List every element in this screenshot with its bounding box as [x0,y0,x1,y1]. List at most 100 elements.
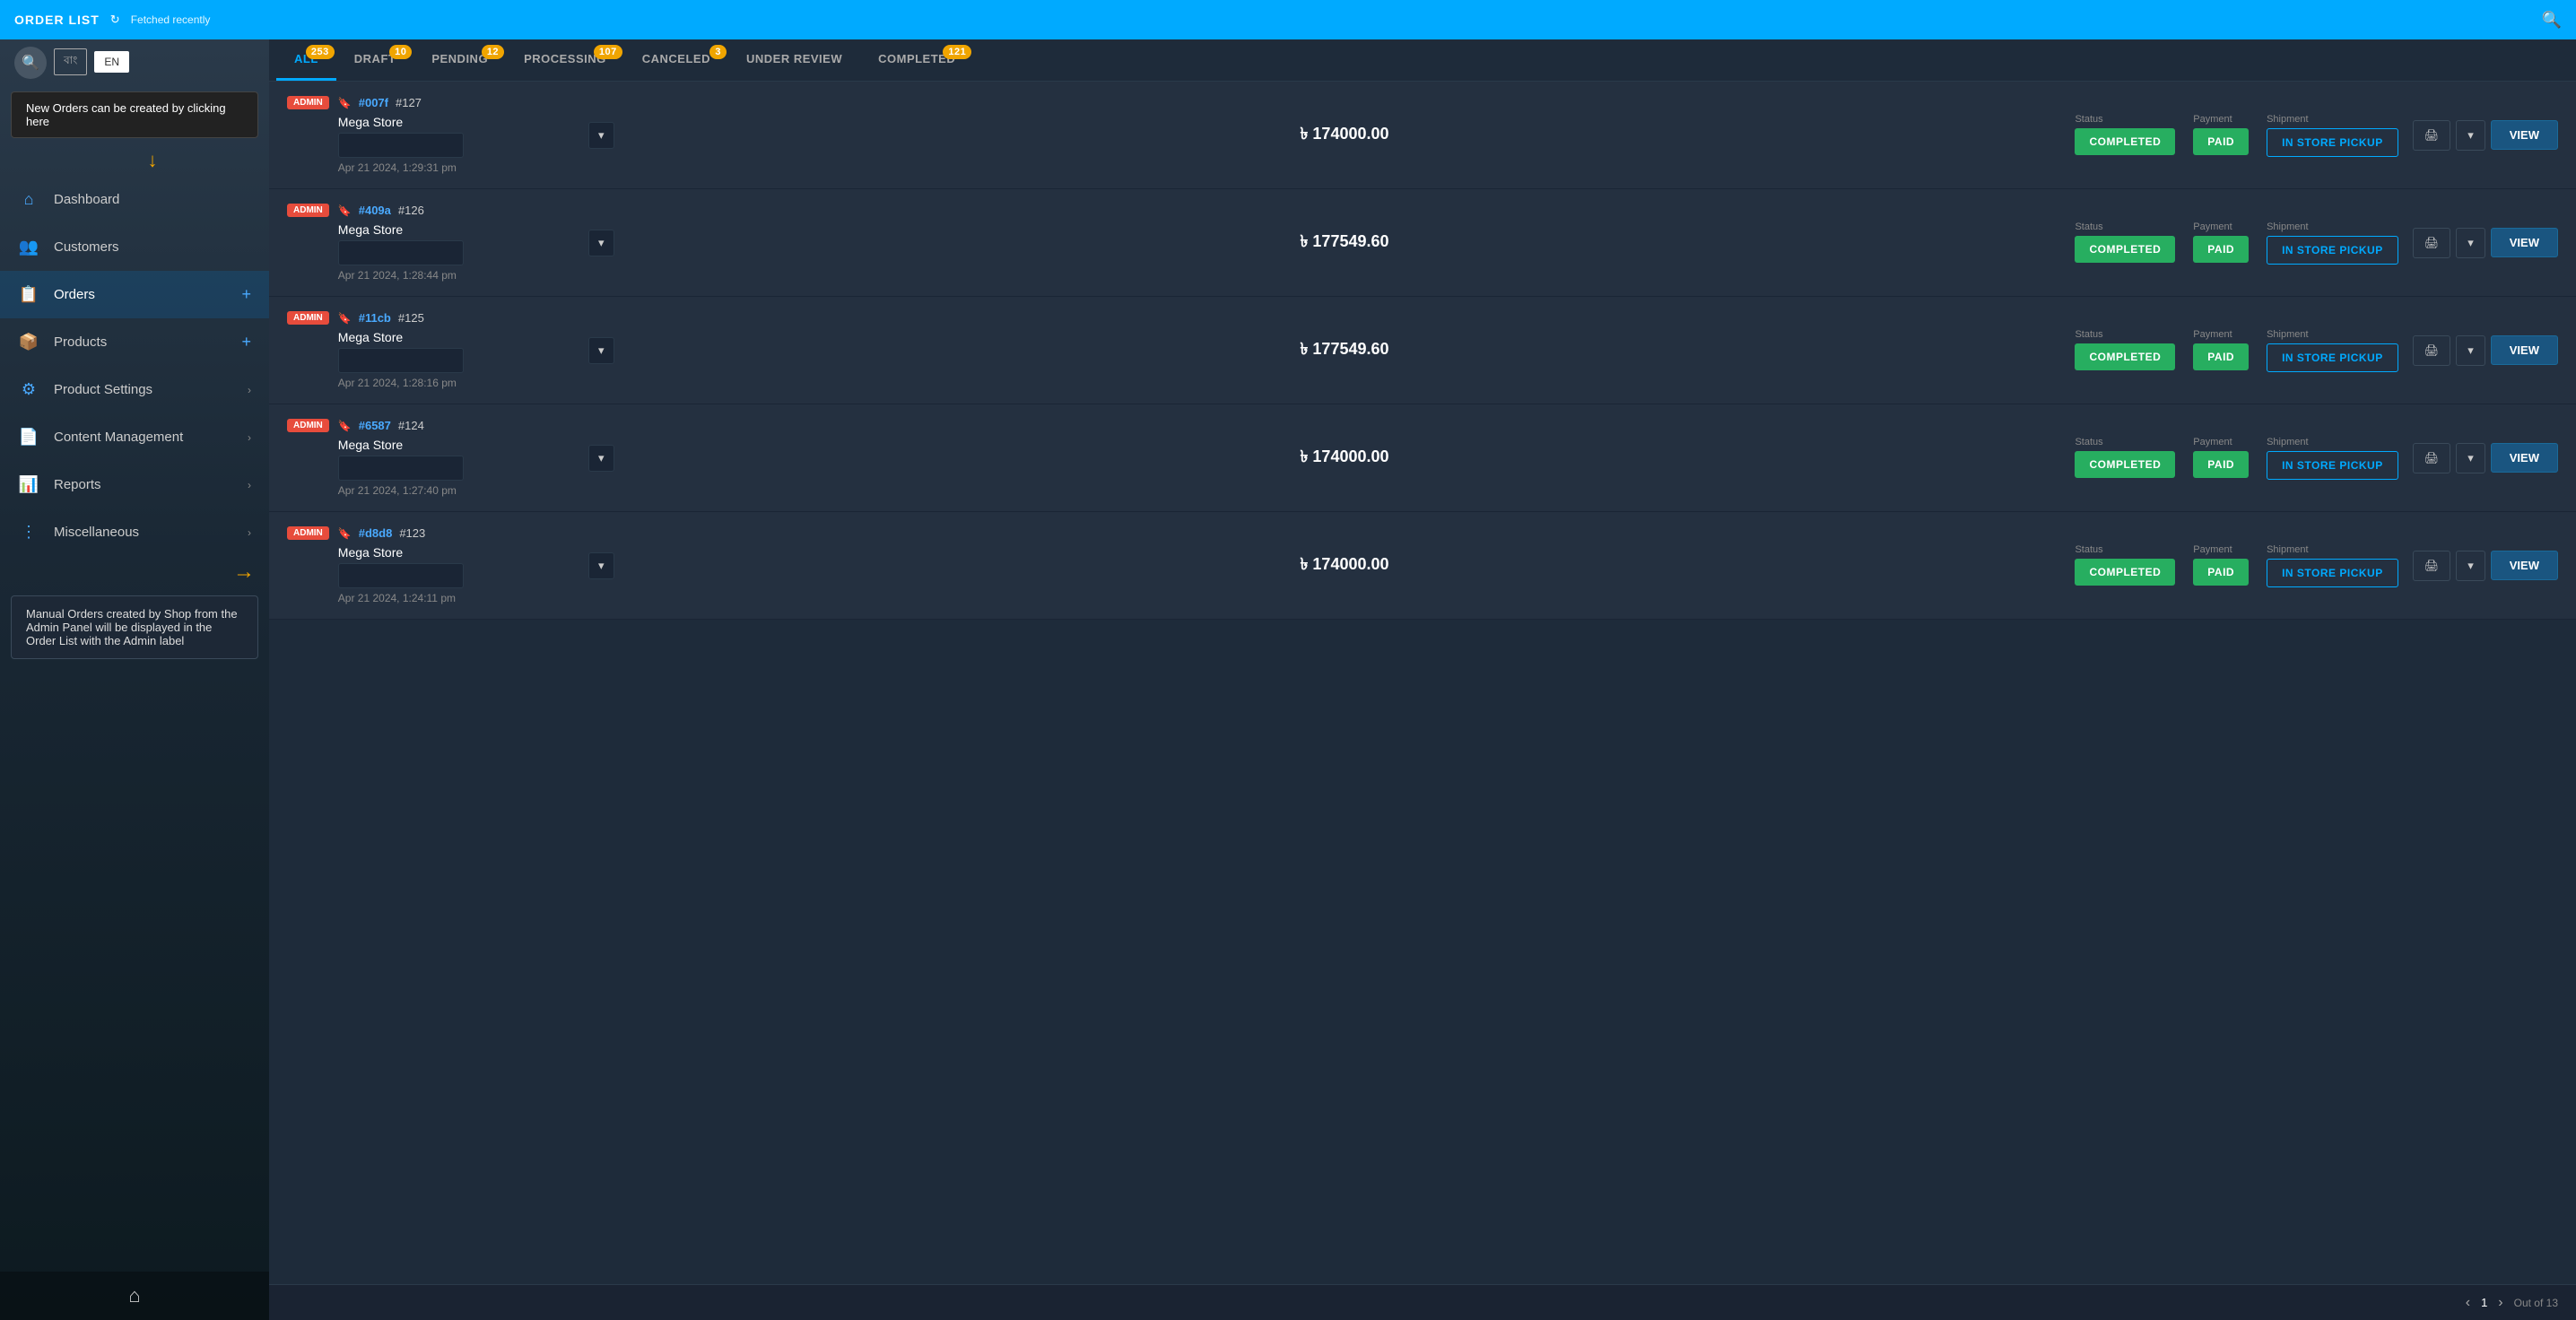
printer-icon: 🖨 [2424,559,2440,573]
tab-badge-all: 253 [306,45,335,59]
tab-badge-completed: 121 [943,45,971,59]
print-button[interactable]: 🖨 [2413,120,2451,151]
products-icon: 📦 [18,333,39,352]
print-button[interactable]: 🖨 [2413,551,2451,581]
chevron-down-icon: ▾ [598,559,605,573]
payment-header-label: Payment [2193,221,2249,232]
sidebar-item-label-customers: Customers [54,239,251,255]
actions-dropdown-button[interactable]: ▾ [2456,120,2485,151]
tab-pending[interactable]: PENDING12 [413,39,506,81]
order-store-input[interactable] [338,456,464,481]
sidebar-item-reports[interactable]: 📊Reports› [0,461,269,508]
status-header-label: Status [2075,114,2175,125]
sidebar-item-label-orders: Orders [54,287,227,302]
chevron-down-icon: ▾ [2467,128,2474,143]
product-settings-icon: ⚙ [18,380,39,399]
chevron-down-icon: ▾ [2467,343,2474,358]
shipment-header-label: Shipment [2267,437,2398,447]
print-button[interactable]: 🖨 [2413,443,2451,473]
order-date: Apr 21 2024, 1:24:11 pm [338,592,574,604]
tab-completed[interactable]: COMPLETED121 [860,39,973,81]
shipment-badge: IN STORE PICKUP [2267,451,2398,480]
order-store-input[interactable] [338,563,464,588]
sidebar-item-label-miscellaneous: Miscellaneous [54,525,233,540]
page-number: 1 [2481,1296,2487,1309]
view-order-button[interactable]: VIEW [2491,335,2558,365]
actions-dropdown-button[interactable]: ▾ [2456,443,2485,473]
order-store-input[interactable] [338,133,464,158]
page-total: Out of 13 [2514,1297,2558,1309]
search-icon[interactable]: 🔍 [2542,11,2562,30]
order-list-title: ORDER LIST [14,13,100,27]
order-store-name: Mega Store [338,545,574,560]
sidebar-search-button[interactable]: 🔍 [14,47,47,79]
order-action-dropdown[interactable]: ▾ [588,337,614,364]
admin-badge: ADMIN [287,96,329,109]
actions-dropdown-button[interactable]: ▾ [2456,335,2485,366]
refresh-icon[interactable]: ↻ [110,13,120,27]
lang-en-button[interactable]: EN [94,51,129,73]
status-badge: COMPLETED [2075,236,2175,263]
products-add-button[interactable]: + [241,333,251,352]
dashboard-icon: ⌂ [18,190,39,209]
printer-icon: 🖨 [2424,343,2440,358]
payment-header-label: Payment [2193,544,2249,555]
chevron-down-icon: ▾ [598,236,605,250]
view-order-button[interactable]: VIEW [2491,120,2558,150]
order-action-dropdown[interactable]: ▾ [588,445,614,472]
customers-icon: 👥 [18,238,39,256]
order-number: #126 [398,204,424,217]
sidebar-item-label-products: Products [54,334,227,350]
order-action-dropdown[interactable]: ▾ [588,122,614,149]
table-row: ADMIN🔖#11cb#125Mega StoreApr 21 2024, 1:… [269,297,2576,404]
printer-icon: 🖨 [2424,128,2440,143]
tab-canceled[interactable]: CANCELED3 [624,39,728,81]
status-badge: COMPLETED [2075,559,2175,586]
chevron-down-icon: ▾ [2467,236,2474,250]
actions-dropdown-button[interactable]: ▾ [2456,228,2485,258]
tab-under-review[interactable]: UNDER REVIEW [728,39,860,81]
status-header-label: Status [2075,329,2175,340]
tab-processing[interactable]: PROCESSING107 [506,39,624,81]
actions-dropdown-button[interactable]: ▾ [2456,551,2485,581]
sidebar-item-miscellaneous[interactable]: ⋮Miscellaneous› [0,508,269,556]
payment-badge: PAID [2193,236,2249,263]
print-button[interactable]: 🖨 [2413,335,2451,366]
prev-page-button[interactable]: ‹ [2466,1295,2470,1311]
sidebar-item-products[interactable]: 📦 Products + [0,318,269,366]
sidebar-item-content-management[interactable]: 📄Content Management› [0,413,269,461]
sidebar-item-customers[interactable]: 👥 Customers [0,223,269,271]
payment-header-label: Payment [2193,437,2249,447]
table-row: ADMIN🔖#007f#127Mega StoreApr 21 2024, 1:… [269,82,2576,189]
order-store-name: Mega Store [338,330,574,344]
orders-add-button[interactable]: + [241,285,251,304]
sidebar-item-orders[interactable]: 📋Orders+ [0,271,269,318]
order-action-dropdown[interactable]: ▾ [588,552,614,579]
view-order-button[interactable]: VIEW [2491,228,2558,257]
view-order-button[interactable]: VIEW [2491,443,2558,473]
payment-badge: PAID [2193,128,2249,155]
order-hash-id: #007f [359,96,388,109]
status-header-label: Status [2075,544,2175,555]
sidebar-item-dashboard[interactable]: ⌂Dashboard [0,176,269,223]
shipment-header-label: Shipment [2267,114,2398,125]
print-button[interactable]: 🖨 [2413,228,2451,258]
order-store-input[interactable] [338,348,464,373]
tab-label-canceled: CANCELED [642,52,710,65]
tab-draft[interactable]: DRAFT10 [336,39,414,81]
tab-all[interactable]: ALL253 [276,39,336,81]
order-action-dropdown[interactable]: ▾ [588,230,614,256]
next-page-button[interactable]: › [2498,1295,2502,1311]
order-store-input[interactable] [338,240,464,265]
admin-badge: ADMIN [287,419,329,432]
order-hash-icon: 🔖 [338,97,352,109]
product-settings-expand-arrow: › [248,384,251,396]
order-amount: ৳ 174000.00 [629,444,2061,472]
lang-bn-button[interactable]: বাং [54,48,87,75]
sidebar-item-product-settings[interactable]: ⚙Product Settings› [0,366,269,413]
home-icon[interactable]: ⌂ [128,1284,140,1307]
content-management-expand-arrow: › [248,431,251,444]
nav-menu: ⌂Dashboard👥Customers📋Orders+📦Products+⚙P… [0,176,269,556]
view-order-button[interactable]: VIEW [2491,551,2558,580]
new-orders-tooltip: New Orders can be created by clicking he… [11,91,258,138]
